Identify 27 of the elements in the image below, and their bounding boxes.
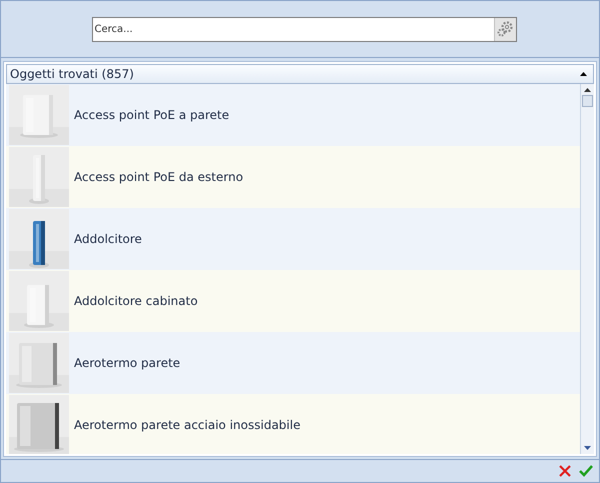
list-item[interactable]: Aerotermo parete: [6, 332, 580, 394]
scroll-down-icon[interactable]: [584, 446, 591, 450]
close-icon: [559, 465, 571, 477]
cancel-button[interactable]: [557, 463, 573, 479]
confirm-button[interactable]: [577, 463, 595, 479]
scroll-up-icon[interactable]: [584, 88, 591, 92]
list-item[interactable]: Access point PoE da esterno: [6, 146, 580, 208]
search-input[interactable]: Cerca...: [92, 24, 494, 34]
scrollbar[interactable]: [580, 84, 594, 454]
item-label: Access point PoE da esterno: [74, 170, 244, 184]
search-field[interactable]: Cerca...: [92, 16, 516, 42]
list-item[interactable]: Addolcitore: [6, 208, 580, 270]
scroll-thumb[interactable]: [582, 95, 593, 107]
item-label: Aerotermo parete: [74, 356, 180, 370]
list-item[interactable]: Aerotermo parete acciaio inossidabile: [6, 394, 580, 454]
settings-button[interactable]: [494, 18, 516, 40]
collapse-icon[interactable]: [580, 72, 587, 76]
item-label: Addolcitore: [74, 232, 142, 246]
item-label: Aerotermo parete acciaio inossidabile: [74, 418, 300, 432]
list-item[interactable]: Access point PoE a parete: [6, 84, 580, 146]
group-title: Oggetti trovati (857): [10, 67, 134, 81]
item-label: Access point PoE a parete: [74, 108, 230, 122]
check-icon: [579, 465, 593, 477]
gear-icon: [496, 20, 514, 38]
item-label: Addolcitore cabinato: [74, 294, 198, 308]
group-header[interactable]: Oggetti trovati (857): [6, 64, 594, 84]
list-item[interactable]: Addolcitore cabinato: [6, 270, 580, 332]
